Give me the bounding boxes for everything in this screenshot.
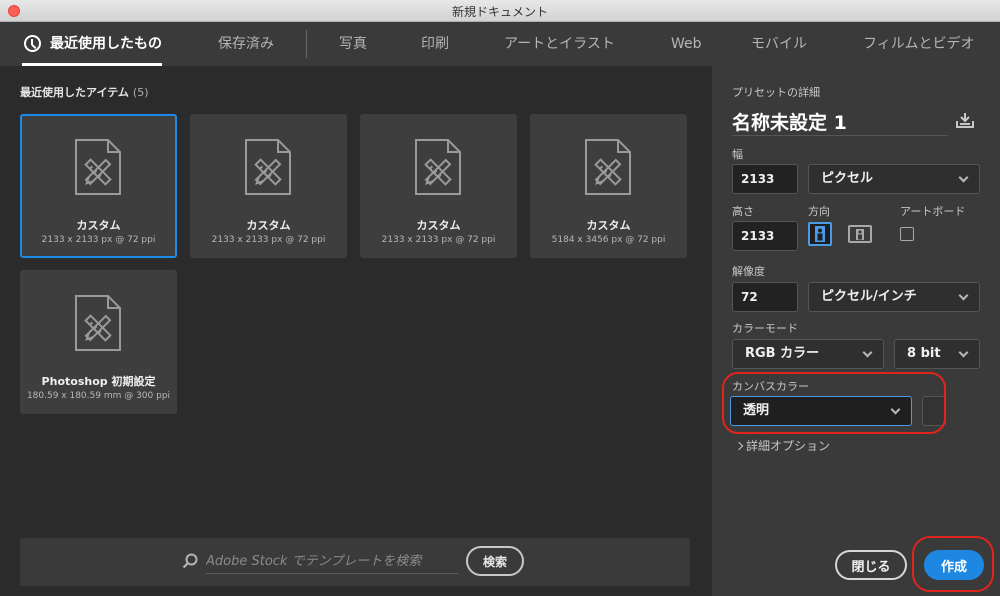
recent-item-card[interactable]: カスタム 2133 x 2133 px @ 72 ppi (190, 114, 347, 258)
chevron-down-icon (958, 347, 969, 358)
tab-saved[interactable]: 保存済み (218, 22, 274, 66)
search-icon (182, 553, 198, 569)
document-icon (585, 139, 631, 195)
chevron-down-icon (958, 172, 969, 183)
artboard-label: アートボード (900, 205, 966, 218)
color-mode-value: RGB カラー (745, 346, 820, 361)
resolution-unit-value: ピクセル/インチ (821, 289, 917, 304)
tab-film-video[interactable]: フィルムとビデオ (863, 22, 974, 66)
item-name: カスタム (586, 219, 631, 232)
width-unit-select[interactable]: ピクセル (808, 164, 980, 194)
canvas-color-label: カンバスカラー (732, 380, 809, 393)
tab-print[interactable]: 印刷 (421, 22, 449, 66)
resolution-unit-select[interactable]: ピクセル/インチ (808, 282, 980, 312)
recent-item-card[interactable]: Photoshop 初期設定 180.59 x 180.59 mm @ 300 … (20, 270, 177, 414)
close-button[interactable]: 閉じる (835, 550, 907, 580)
category-tabs: 最近使用したもの 保存済み 写真 印刷 アートとイラスト Web モバイル フィ… (0, 22, 1000, 66)
orientation-label: 方向 (808, 205, 830, 218)
recent-item-card[interactable]: カスタム 2133 x 2133 px @ 72 ppi (360, 114, 517, 258)
item-name: Photoshop 初期設定 (41, 375, 156, 388)
color-mode-select[interactable]: RGB カラー (732, 339, 884, 369)
canvas-color-swatch[interactable] (922, 396, 946, 426)
create-button[interactable]: 作成 (924, 550, 984, 580)
bit-depth-value: 8 bit (907, 346, 941, 361)
clock-icon (24, 35, 41, 52)
item-size: 180.59 x 180.59 mm @ 300 ppi (26, 391, 171, 401)
document-icon (75, 295, 121, 351)
item-size: 5184 x 3456 px @ 72 ppi (551, 235, 666, 245)
tab-photo[interactable]: 写真 (339, 22, 367, 66)
resolution-label: 解像度 (732, 265, 765, 278)
document-icon (415, 139, 461, 195)
height-label: 高さ (732, 205, 754, 218)
canvas-color-select[interactable]: 透明 (730, 396, 912, 426)
recent-item-card[interactable]: カスタム 2133 x 2133 px @ 72 ppi (20, 114, 177, 258)
tab-divider (306, 30, 307, 58)
recent-items-count: (5) (132, 86, 149, 99)
document-icon (75, 139, 121, 195)
recent-items-title: 最近使用したアイテム (20, 86, 129, 99)
chevron-down-icon (862, 347, 873, 358)
width-input[interactable]: 2133 (732, 164, 798, 194)
resolution-input[interactable]: 72 (732, 282, 798, 312)
portrait-orientation-icon[interactable] (808, 222, 832, 246)
chevron-down-icon (958, 290, 969, 301)
preset-details-heading: プリセットの詳細 (732, 86, 820, 99)
tab-web[interactable]: Web (671, 22, 702, 66)
height-input[interactable]: 2133 (732, 221, 798, 251)
artboard-checkbox[interactable] (900, 227, 914, 241)
title-bar: 新規ドキュメント (0, 0, 1000, 22)
recent-items-area: 最近使用したアイテム (5) カスタム 2133 x 2133 px @ 72 p… (0, 66, 712, 596)
search-button[interactable]: 検索 (466, 546, 524, 576)
document-icon (245, 139, 291, 195)
chevron-right-icon (734, 441, 744, 451)
canvas-color-value: 透明 (743, 403, 770, 418)
window-title: 新規ドキュメント (451, 5, 548, 19)
stock-search-bar: 検索 (20, 538, 690, 586)
save-preset-icon[interactable] (956, 112, 974, 128)
bit-depth-select[interactable]: 8 bit (894, 339, 980, 369)
landscape-orientation-icon[interactable] (848, 222, 872, 246)
item-size: 2133 x 2133 px @ 72 ppi (381, 235, 496, 245)
tab-art-illustration[interactable]: アートとイラスト (504, 22, 615, 66)
advanced-options-toggle[interactable]: 詳細オプション (734, 437, 831, 454)
item-name: カスタム (76, 219, 121, 232)
recent-item-card[interactable]: カスタム 5184 x 3456 px @ 72 ppi (530, 114, 687, 258)
item-name: カスタム (416, 219, 461, 232)
recent-items-heading: 最近使用したアイテム (5) (20, 84, 149, 100)
item-size: 2133 x 2133 px @ 72 ppi (211, 235, 326, 245)
item-size: 2133 x 2133 px @ 72 ppi (41, 235, 156, 245)
width-unit-value: ピクセル (821, 171, 874, 186)
search-input[interactable] (206, 550, 458, 574)
width-label: 幅 (732, 148, 743, 161)
chevron-down-icon (890, 404, 901, 415)
color-mode-label: カラーモード (732, 322, 798, 335)
tab-label: 最近使用したもの (50, 36, 162, 52)
advanced-options-label: 詳細オプション (746, 439, 831, 453)
tab-mobile[interactable]: モバイル (751, 22, 807, 66)
document-name-field[interactable]: 名称未設定 1 (732, 108, 948, 136)
item-name: カスタム (246, 219, 291, 232)
preset-details-panel: プリセットの詳細 名称未設定 1 幅 2133 ピクセル 高さ 方向 アートボー… (712, 66, 1000, 596)
tab-recent[interactable]: 最近使用したもの (22, 22, 162, 66)
